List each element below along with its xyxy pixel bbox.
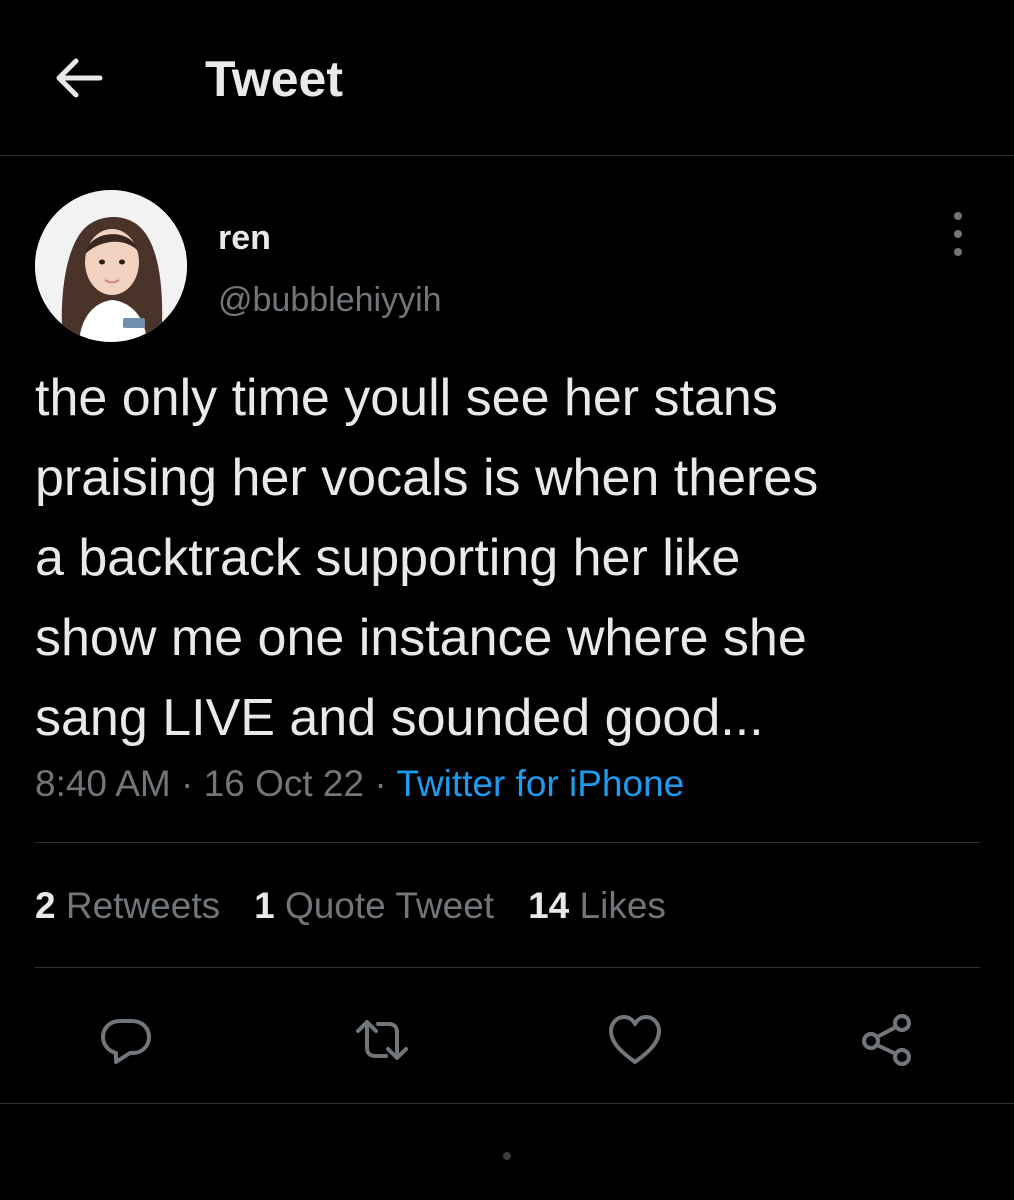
profile-photo — [35, 190, 187, 342]
avatar[interactable] — [35, 190, 187, 342]
tweet-text-line: sang LIVE and sounded good... — [35, 689, 764, 747]
tweet-text-line: praising her vocals is when theres — [35, 449, 819, 507]
quote-tweets-stat[interactable]: 1 Quote Tweet — [254, 884, 494, 928]
meta-separator: · — [181, 763, 194, 804]
divider — [35, 842, 980, 843]
tweet-text-line: show me one instance where she — [35, 609, 807, 667]
tweet-text-line: the only time youll see her stans — [35, 369, 778, 427]
retweet-button[interactable] — [350, 1008, 414, 1072]
home-indicator — [503, 1152, 511, 1160]
reply-icon — [101, 1019, 151, 1064]
like-button[interactable] — [603, 1008, 667, 1072]
tweet-meta: 8:40 AM · 16 Oct 22 · Twitter for iPhone — [35, 762, 684, 806]
tweet-stats: 2 Retweets 1 Quote Tweet 14 Likes — [35, 884, 700, 928]
meta-separator: · — [374, 763, 387, 804]
tweet-source-link[interactable]: Twitter for iPhone — [396, 763, 684, 804]
top-bar: Tweet — [0, 0, 1014, 156]
more-options-button[interactable] — [940, 212, 976, 256]
share-button[interactable] — [855, 1008, 919, 1072]
share-icon — [862, 1014, 911, 1066]
tweet-date[interactable]: 16 Oct 22 — [204, 763, 364, 804]
tweet-time[interactable]: 8:40 AM — [35, 763, 171, 804]
reply-button[interactable] — [94, 1008, 158, 1072]
quote-tweets-label: Quote Tweet — [284, 885, 495, 926]
arrow-left-icon — [56, 58, 103, 98]
page-title: Tweet — [205, 51, 343, 107]
back-button[interactable] — [48, 52, 108, 104]
retweets-stat[interactable]: 2 Retweets — [35, 884, 220, 928]
retweets-count: 2 — [35, 885, 56, 926]
retweet-icon — [356, 1020, 408, 1060]
quote-tweets-count: 1 — [254, 885, 275, 926]
likes-count: 14 — [528, 885, 570, 926]
more-dot-icon — [954, 248, 962, 256]
author-display-name[interactable]: ren — [218, 218, 271, 258]
like-icon — [609, 1015, 661, 1064]
divider — [35, 967, 980, 968]
likes-stat[interactable]: 14 Likes — [528, 884, 666, 928]
divider — [0, 1103, 1014, 1104]
tweet-text: the only time youll see her stans praisi… — [35, 358, 980, 758]
more-dot-icon — [954, 230, 962, 238]
retweets-label: Retweets — [65, 885, 221, 926]
tweet-text-line: a backtrack supporting her like — [35, 529, 741, 587]
author-handle[interactable]: @bubblehiyyih — [218, 280, 442, 320]
likes-label: Likes — [579, 885, 666, 926]
more-dot-icon — [954, 212, 962, 220]
